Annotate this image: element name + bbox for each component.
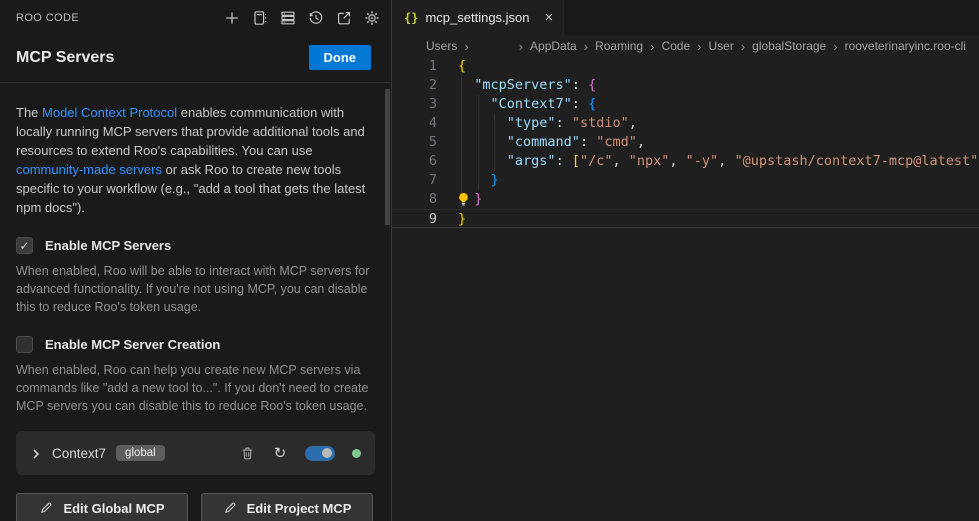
open-in-editor-button[interactable] [335,9,353,27]
code-line[interactable]: 2 "mcpServers": { [392,76,979,95]
line-number: 7 [392,171,437,190]
panel-header-icons [223,9,381,27]
server-scope-badge: global [116,445,165,461]
line-number: 6 [392,152,437,171]
breadcrumb-item[interactable]: AppData [530,39,577,53]
new-task-button[interactable] [223,9,241,27]
prompts-button[interactable] [251,9,269,27]
refresh-icon: ↻ [274,446,287,461]
intro-text-pre: The [16,105,42,120]
code-line[interactable]: 3 "Context7": { [392,95,979,114]
enable-mcp-creation-label: Enable MCP Server Creation [45,337,220,352]
code-line[interactable]: 4 "type": "stdio", [392,114,979,133]
line-number: 3 [392,95,437,114]
vscode-window: ROO CODE [0,0,979,521]
breadcrumb-separator: › [741,39,745,54]
breadcrumb-item[interactable]: User [708,39,733,53]
pencil-icon [223,501,237,515]
enable-mcp-creation-row: Enable MCP Server Creation [16,336,373,353]
edit-project-mcp-button[interactable]: Edit Project MCP [201,493,373,521]
breadcrumb-separator: › [697,39,701,54]
chevron-right-icon [30,448,42,460]
enable-mcp-servers-row: ✓ Enable MCP Servers [16,237,373,254]
breadcrumb-separator: › [464,39,468,54]
server-status-dot [352,449,361,458]
code-line[interactable]: 1{ [392,57,979,76]
panel-title: ROO CODE [16,12,79,24]
breadcrumb-separator: › [833,39,837,54]
breadcrumb-item[interactable]: globalStorage [752,39,826,53]
trash-icon [240,446,255,461]
enable-mcp-servers-checkbox[interactable]: ✓ [16,237,33,254]
mcp-servers-button[interactable] [279,9,297,27]
code-line[interactable]: 5 "command": "cmd", [392,133,979,152]
expand-server-button[interactable] [30,447,42,459]
model-context-protocol-link[interactable]: Model Context Protocol [42,105,177,120]
panel-header: ROO CODE [0,0,391,31]
enable-mcp-servers-label: Enable MCP Servers [45,238,171,253]
enable-mcp-servers-description: When enabled, Roo will be able to intera… [16,262,372,316]
server-enabled-toggle[interactable] [305,446,335,461]
line-number: 9 [392,210,437,227]
code-editor[interactable]: 1{2 "mcpServers": {3 "Context7": {4 "typ… [392,57,979,521]
restart-server-button[interactable]: ↻ [272,445,288,461]
line-number: 8 [392,190,437,209]
code-line[interactable]: 8 } [392,190,979,209]
json-file-icon: {} [404,11,418,25]
server-row-context7[interactable]: Context7 global ↻ [16,431,375,475]
editor-tab-bar: {} mcp_settings.json × [392,0,979,35]
lightbulb-icon[interactable] [457,192,471,207]
server-icon [280,10,296,26]
notepad-icon [252,10,268,26]
page-title: MCP Servers [16,49,114,67]
line-number: 4 [392,114,437,133]
code-line[interactable]: 6 "args": ["/c", "npx", "-y", "@upstash/… [392,152,979,171]
line-number: 5 [392,133,437,152]
breadcrumb-item[interactable]: Code [661,39,690,53]
breadcrumb-separator: › [650,39,654,54]
panel-scrollbar-thumb[interactable] [385,89,390,225]
edit-global-mcp-button[interactable]: Edit Global MCP [16,493,188,521]
editor-group: {} mcp_settings.json × Users › › AppData › Ro… [392,0,979,521]
code-line[interactable]: 7 } [392,171,979,190]
community-servers-link[interactable]: community-made servers [16,162,162,177]
code-line[interactable]: 9} [392,209,979,228]
pencil-icon [39,501,53,515]
breadcrumb-item[interactable]: Users [426,39,457,53]
mcp-heading-row: MCP Servers Done [0,31,391,82]
gear-icon [364,10,380,26]
edit-project-mcp-label: Edit Project MCP [247,501,352,516]
breadcrumb-item[interactable]: rooveterinaryinc.roo-cli [845,39,966,53]
roo-code-panel: ROO CODE [0,0,392,521]
plus-icon [224,10,240,26]
tab-close-button[interactable]: × [545,10,554,25]
line-number: 1 [392,57,437,76]
line-number: 2 [392,76,437,95]
done-button[interactable]: Done [309,45,372,70]
enable-mcp-creation-description: When enabled, Roo can help you create ne… [16,361,372,415]
toggle-knob [322,448,332,458]
edit-global-mcp-label: Edit Global MCP [63,501,164,516]
breadcrumb: Users › › AppData › Roaming › Code › User › globalS… [392,35,979,57]
mcp-description: The Model Context Protocol enables commu… [16,103,376,217]
popout-icon [336,10,352,26]
history-button[interactable] [307,9,325,27]
tab-label: mcp_settings.json [425,10,529,25]
delete-server-button[interactable] [239,445,255,461]
tab-mcp-settings-json[interactable]: {} mcp_settings.json × [392,0,564,35]
history-icon [308,10,324,26]
enable-mcp-creation-checkbox[interactable] [16,336,33,353]
breadcrumb-separator: › [584,39,588,54]
breadcrumb-separator: › [519,39,523,54]
settings-button[interactable] [363,9,381,27]
server-name: Context7 [52,446,106,461]
breadcrumb-item[interactable]: Roaming [595,39,643,53]
